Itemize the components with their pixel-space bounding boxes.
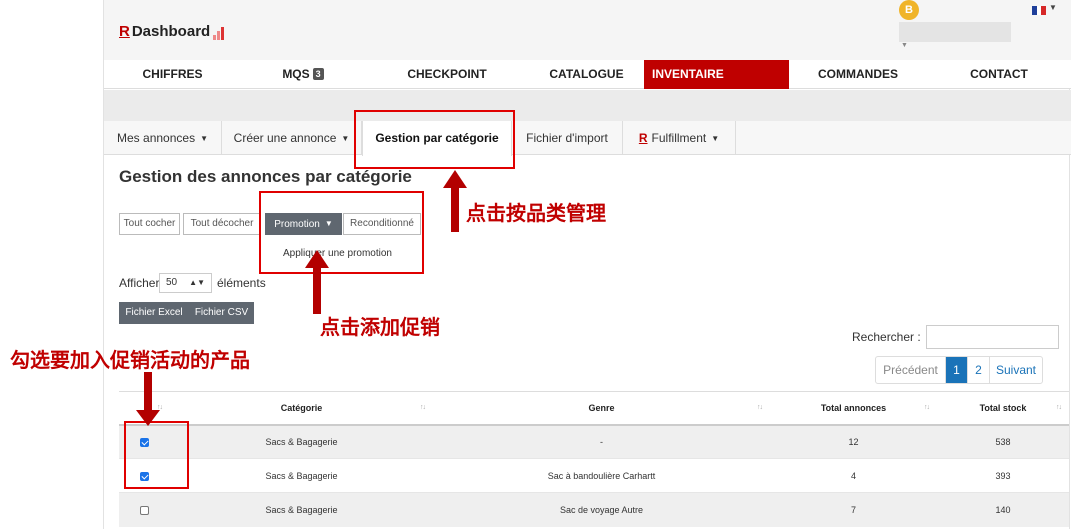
table-header-row: ↑↓ Catégorie ↑↓ Genre ↑↓ Total annonces ↑↓ … <box>119 391 1069 426</box>
table-row[interactable]: Sacs & Bagagerie - 12 538 <box>119 424 1069 459</box>
caret-down-icon: ▼ <box>711 134 720 143</box>
cell-total-annonces: 12 <box>770 424 937 459</box>
tab-fichier-import[interactable]: Fichier d'import <box>512 121 623 155</box>
column-header-categorie-label: Catégorie <box>280 402 323 413</box>
nav-mqs-label: MQS <box>282 67 310 81</box>
select-arrows-icon: ▲▼ <box>189 278 205 287</box>
note-select-products: 勾选要加入促销活动的产品 <box>10 348 250 372</box>
column-header-total-annonces[interactable]: Total annonces ↑↓ <box>770 391 937 426</box>
annotation-arrow-shaft <box>144 372 152 412</box>
cell-total-stock: 393 <box>937 458 1069 493</box>
tab-mes-annonces-label: Mes annonces <box>117 131 196 145</box>
row-select-cell <box>119 492 170 527</box>
pagination-page-1[interactable]: 1 <box>946 357 968 383</box>
table-row[interactable]: Sacs & Bagagerie Sac de voyage Autre 7 1… <box>119 492 1069 527</box>
language-caret-icon[interactable]: ▼ <box>1049 3 1057 12</box>
french-flag-icon[interactable] <box>1032 6 1047 15</box>
spacer-band <box>104 90 1071 121</box>
search-label: Rechercher : <box>852 330 921 344</box>
column-header-total-stock-label: Total stock <box>979 402 1027 413</box>
highlight-promotion-menu <box>259 191 424 274</box>
tab-fulfillment-label: Fulfillment <box>651 131 707 145</box>
column-header-genre[interactable]: Genre ↑↓ <box>433 391 770 426</box>
cell-categorie: Sacs & Bagagerie <box>170 458 433 493</box>
pagination-prev[interactable]: Précédent <box>876 357 946 383</box>
tab-creer-annonce[interactable]: Créer une annonce ▼ <box>222 121 362 155</box>
nav-inventaire[interactable]: INVENTAIRE <box>644 60 789 89</box>
check-all-button[interactable]: Tout cocher <box>119 213 180 235</box>
cell-genre: Sac à bandoulière Carhartt <box>433 458 770 493</box>
annotation-arrow-shaft <box>313 266 321 314</box>
length-suffix: éléments <box>217 276 266 290</box>
user-avatar[interactable]: B <box>899 0 919 20</box>
pagination-next[interactable]: Suivant <box>990 357 1042 383</box>
sort-icon: ↑↓ <box>420 404 426 411</box>
caret-down-icon: ▼ <box>200 134 208 143</box>
uncheck-all-button[interactable]: Tout décocher <box>183 213 261 235</box>
logo-r: R <box>119 23 130 40</box>
export-excel-button[interactable]: Fichier Excel <box>119 302 189 324</box>
cell-genre: Sac de voyage Autre <box>433 492 770 527</box>
sort-icon: ↑↓ <box>757 404 763 411</box>
dashboard-logo[interactable]: R Dashboard <box>119 23 225 40</box>
annotation-arrow-up-icon <box>443 170 467 188</box>
tab-creer-annonce-label: Créer une annonce <box>233 131 337 145</box>
annotation-arrow-shaft <box>451 186 459 232</box>
column-header-genre-label: Genre <box>588 402 615 413</box>
nav-chiffres[interactable]: CHIFFRES <box>104 60 241 89</box>
tab-mes-annonces[interactable]: Mes annonces ▼ <box>104 121 222 155</box>
fulfillment-r-logo: R <box>638 131 648 145</box>
cell-categorie: Sacs & Bagagerie <box>170 424 433 459</box>
chart-bars-icon <box>213 27 225 40</box>
logo-text: Dashboard <box>131 23 211 40</box>
main-nav: CHIFFRES MQS 3 CHECKPOINT CATALOGUE INVEN… <box>104 60 1071 89</box>
sort-icon: ↑↓ <box>1056 404 1062 411</box>
cell-total-annonces: 4 <box>770 458 937 493</box>
user-menu-caret-icon[interactable]: ▼ <box>901 42 908 49</box>
annotation-arrow-up-icon <box>305 250 329 268</box>
search-input[interactable] <box>926 325 1059 349</box>
top-bar: R Dashboard B ▼ ▼ <box>104 0 1071 60</box>
sort-icon: ↑↓ <box>924 404 930 411</box>
caret-down-icon: ▼ <box>341 134 350 143</box>
user-name-redacted[interactable] <box>899 22 1011 42</box>
row-checkbox[interactable] <box>140 505 149 515</box>
cell-total-stock: 538 <box>937 424 1069 459</box>
page-length-value: 50 <box>166 277 178 288</box>
cell-total-annonces: 7 <box>770 492 937 527</box>
page-length-select[interactable]: 50 ▲▼ <box>159 273 212 293</box>
screenshot-stage: R Dashboard B ▼ ▼ CHIFFRES MQS 3 CHECKPOI… <box>0 0 1080 529</box>
nav-mqs[interactable]: MQS 3 <box>241 60 365 89</box>
tab-fulfillment[interactable]: R Fulfillment ▼ <box>623 121 736 155</box>
column-header-total-annonces-label: Total annonces <box>820 402 887 413</box>
column-header-categorie[interactable]: Catégorie ↑↓ <box>170 391 433 426</box>
column-header-total-stock[interactable]: Total stock ↑↓ <box>937 391 1069 426</box>
nav-contact[interactable]: CONTACT <box>927 60 1071 89</box>
nav-catalogue[interactable]: CATALOGUE <box>529 60 644 89</box>
mqs-count-badge: 3 <box>312 68 324 80</box>
dashboard-app: R Dashboard B ▼ ▼ CHIFFRES MQS 3 CHECKPOI… <box>103 0 1071 529</box>
cell-total-stock: 140 <box>937 492 1069 527</box>
note-add-promotion: 点击添加促销 <box>320 315 440 339</box>
export-csv-button[interactable]: Fichier CSV <box>189 302 254 324</box>
nav-checkpoint[interactable]: CHECKPOINT <box>365 60 529 89</box>
annotation-arrow-down-icon <box>136 410 160 426</box>
page-title: Gestion des annonces par catégorie <box>119 167 412 186</box>
nav-commandes[interactable]: COMMANDES <box>789 60 927 89</box>
inventory-tabs: Mes annonces ▼ Créer une annonce ▼ Gestion… <box>104 121 1071 156</box>
length-label: Afficher <box>119 276 160 290</box>
highlight-checkboxes <box>124 421 189 489</box>
pagination: Précédent 1 2 Suivant <box>875 356 1043 384</box>
cell-genre: - <box>433 424 770 459</box>
cell-categorie: Sacs & Bagagerie <box>170 492 433 527</box>
note-by-category: 点击按品类管理 <box>466 201 606 225</box>
highlight-category-tab <box>354 110 515 169</box>
category-table: ↑↓ Catégorie ↑↓ Genre ↑↓ Total annonces ↑↓ … <box>119 391 1069 527</box>
table-row[interactable]: Sacs & Bagagerie Sac à bandoulière Carha… <box>119 458 1069 493</box>
pagination-page-2[interactable]: 2 <box>968 357 990 383</box>
